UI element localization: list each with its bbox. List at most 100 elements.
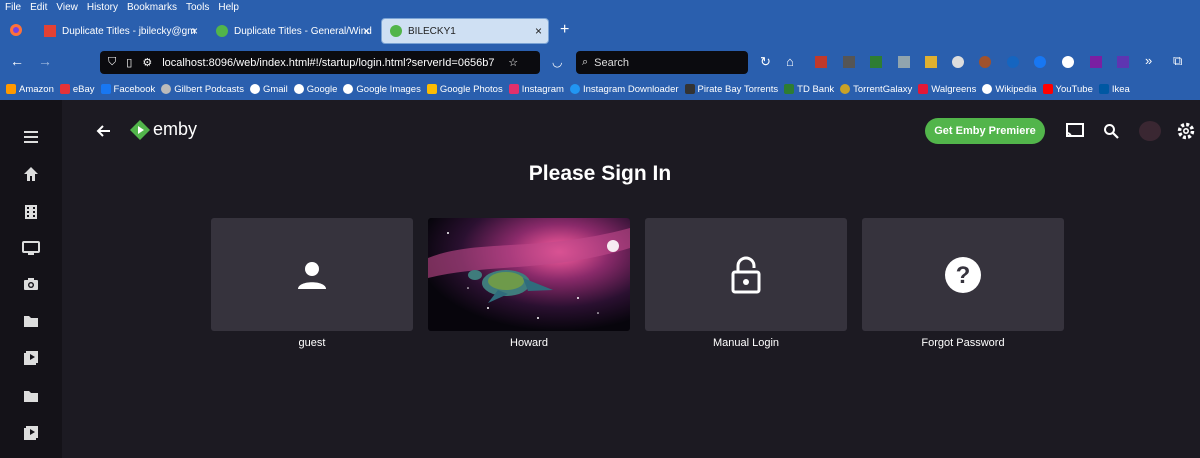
forward-icon[interactable]: →	[38, 53, 52, 69]
space-turtle-image	[428, 218, 630, 331]
firefox-icon[interactable]	[9, 23, 23, 37]
tv-icon[interactable]	[22, 239, 40, 257]
extensions-icon[interactable]: ⧉	[1173, 53, 1182, 69]
back-icon[interactable]: ←	[10, 53, 24, 69]
extension-ublock-icon[interactable]	[815, 56, 827, 68]
url-bar[interactable]: ⛉ ▯ ⚙ localhost:8096/web/index.html#!/st…	[100, 51, 540, 74]
bookmark-google-images[interactable]: Google Images	[343, 83, 421, 95]
emby-icon	[390, 25, 402, 37]
overflow-menu-icon[interactable]: »	[1145, 53, 1152, 68]
user-icon	[298, 261, 326, 289]
bookmark-label: Walgreens	[931, 83, 977, 95]
youtube-icon	[1042, 84, 1053, 94]
bookmark-label: Gmail	[262, 83, 288, 95]
tab-label: Duplicate Titles - General/Wind	[234, 25, 372, 37]
back-arrow-icon[interactable]	[95, 122, 113, 140]
pirate-ship-icon	[684, 84, 695, 94]
bookmark-amazon[interactable]: Amazon	[6, 84, 54, 95]
extension-arrow-icon[interactable]	[870, 56, 882, 68]
emby-logo[interactable]: emby	[130, 119, 197, 140]
tab-bilecky1[interactable]: BILECKY1 ×	[381, 18, 549, 44]
extension-s-icon[interactable]	[1062, 56, 1074, 68]
podcast-icon	[161, 84, 172, 94]
bookmark-label: Google Images	[356, 83, 421, 95]
menu-tools[interactable]: Tools	[186, 2, 209, 13]
close-icon[interactable]: ×	[191, 24, 198, 38]
extension-facebook-icon[interactable]	[1034, 56, 1046, 68]
pocket-icon[interactable]: ◡	[552, 55, 562, 69]
bookmark-label: eBay	[72, 83, 95, 95]
bookmark-google-photos[interactable]: Google Photos	[426, 84, 503, 95]
bookmark-google[interactable]: Google	[293, 84, 337, 95]
playlist-icon[interactable]	[22, 349, 40, 367]
hamburger-menu-icon[interactable]	[22, 128, 40, 146]
folder-icon[interactable]	[22, 312, 40, 330]
navigation-bar: ← → ⛉ ▯ ⚙ localhost:8096/web/index.html#…	[0, 47, 1200, 78]
folder-icon[interactable]	[22, 387, 40, 405]
sidebar	[0, 100, 62, 458]
bookmark-instagram-downloader[interactable]: Instagram Downloader	[569, 84, 679, 95]
extension-pen-icon[interactable]	[843, 56, 855, 68]
extension-r-icon[interactable]	[1090, 56, 1102, 68]
gmail-icon	[44, 25, 56, 37]
search-icon[interactable]	[1103, 123, 1119, 139]
film-icon[interactable]	[22, 203, 40, 221]
bookmark-facebook[interactable]: Facebook	[100, 83, 156, 95]
wikipedia-icon	[982, 84, 993, 94]
bookmark-ebay[interactable]: eBay	[59, 83, 95, 95]
menu-view[interactable]: View	[56, 2, 78, 13]
help-icon: ?	[945, 256, 981, 293]
bookmark-youtube[interactable]: YouTube	[1042, 84, 1093, 95]
bookmark-wikipedia[interactable]: Wikipedia	[982, 84, 1037, 95]
menu-history[interactable]: History	[87, 2, 118, 13]
bookmark-instagram[interactable]: Instagram	[508, 84, 564, 95]
extension-ball-icon[interactable]	[952, 56, 964, 68]
bookmark-td-bank[interactable]: TD Bank	[784, 84, 834, 95]
bookmark-ikea[interactable]: Ikea	[1098, 84, 1130, 95]
user-card-guest[interactable]	[211, 218, 413, 331]
bookmarks-bar: Amazon eBay Facebook Gilbert Podcasts Gm…	[0, 78, 1200, 100]
user-avatar[interactable]	[1139, 121, 1161, 141]
permissions-icon[interactable]: ⚙	[142, 56, 152, 69]
bookmark-torrentgalaxy[interactable]: TorrentGalaxy	[840, 84, 912, 95]
bookmark-star-icon[interactable]: ☆	[508, 56, 518, 69]
camera-icon[interactable]	[22, 275, 40, 293]
user-card-howard[interactable]	[428, 218, 630, 331]
close-icon[interactable]: ×	[363, 24, 370, 38]
unlock-icon	[731, 256, 761, 293]
bookmark-gilbert-podcasts[interactable]: Gilbert Podcasts	[161, 84, 244, 95]
forgot-password-card[interactable]: ?	[862, 218, 1064, 331]
extension-r2-icon[interactable]	[1117, 56, 1129, 68]
get-emby-premiere-button[interactable]: Get Emby Premiere	[925, 118, 1045, 144]
google-icon	[343, 84, 354, 94]
extension-robot-icon[interactable]	[898, 56, 910, 68]
extension-download-icon[interactable]	[1007, 56, 1019, 68]
manual-login-label: Manual Login	[712, 337, 780, 349]
search-input[interactable]: ⌕ Search	[576, 51, 748, 74]
home-icon[interactable]: ⌂	[786, 54, 794, 69]
playlist-icon[interactable]	[22, 424, 40, 442]
bookmark-label: Facebook	[113, 83, 156, 95]
bookmark-pirate-bay[interactable]: Pirate Bay Torrents	[684, 84, 778, 95]
menu-bookmarks[interactable]: Bookmarks	[127, 2, 177, 13]
extension-shape-icon[interactable]	[925, 56, 937, 68]
menu-edit[interactable]: Edit	[30, 2, 47, 13]
gear-icon[interactable]	[1177, 122, 1195, 140]
bookmark-label: TorrentGalaxy	[853, 83, 913, 95]
bookmark-walgreens[interactable]: Walgreens	[918, 84, 976, 95]
tab-duplicate-titles-gmail[interactable]: Duplicate Titles - jbilecky@gm ×	[36, 18, 204, 44]
extension-cookie-icon[interactable]	[979, 56, 991, 68]
menu-help[interactable]: Help	[218, 2, 239, 13]
downloader-icon	[569, 84, 580, 94]
menu-file[interactable]: File	[5, 2, 21, 13]
new-tab-button[interactable]: +	[560, 21, 569, 39]
emby-app: emby Get Emby Premiere Please Sign In gu…	[0, 100, 1200, 458]
emby-logo-icon	[130, 119, 150, 140]
close-icon[interactable]: ×	[535, 24, 542, 38]
manual-login-card[interactable]	[645, 218, 847, 331]
tab-duplicate-titles-general[interactable]: Duplicate Titles - General/Wind ×	[208, 18, 376, 44]
reload-icon[interactable]: ↻	[760, 54, 771, 70]
emby-icon	[216, 25, 228, 37]
bookmark-gmail[interactable]: Gmail	[249, 83, 288, 95]
cast-icon[interactable]	[1066, 123, 1084, 139]
